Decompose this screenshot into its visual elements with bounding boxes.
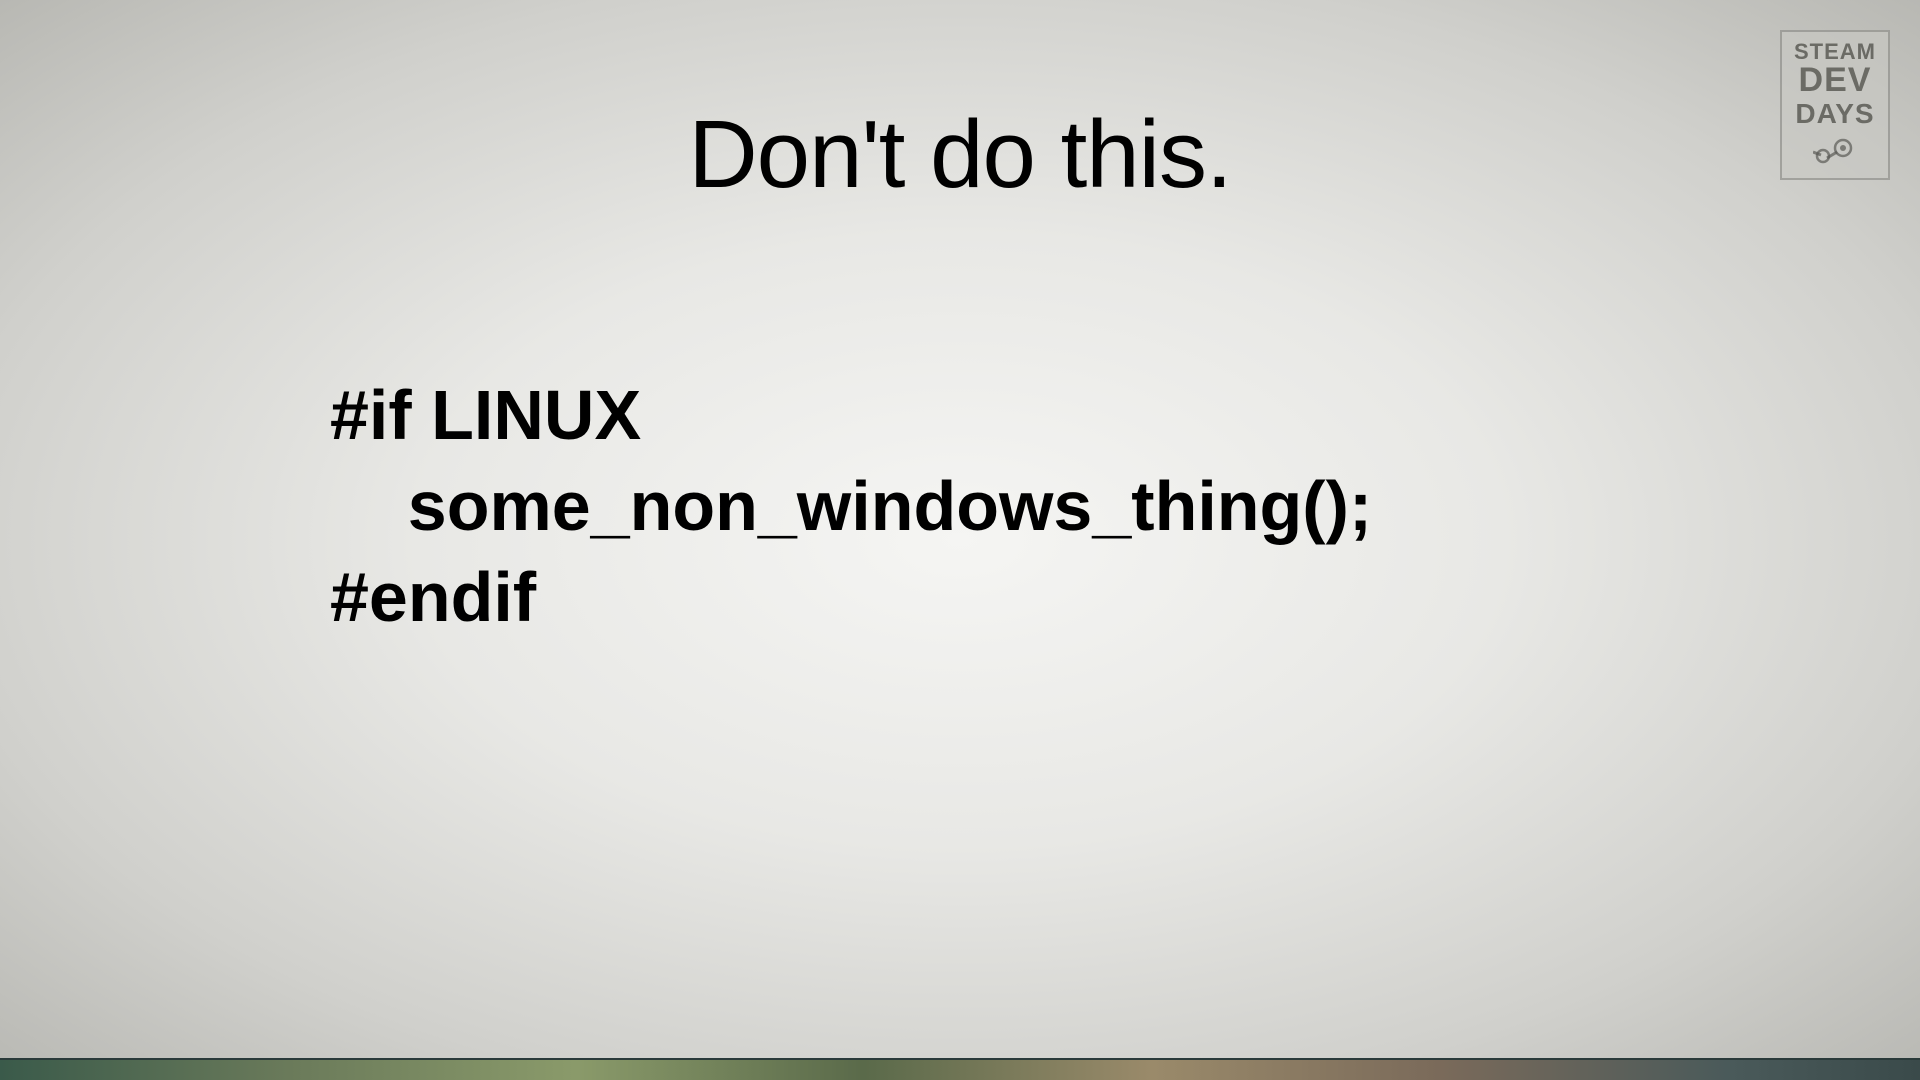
logo-text-dev: DEV	[1799, 63, 1872, 99]
steam-icon	[1813, 138, 1857, 166]
code-line-2: some_non_windows_thing();	[330, 461, 1372, 552]
code-line-1: #if LINUX	[330, 370, 1372, 461]
logo-text-days: DAYS	[1795, 99, 1874, 128]
presentation-slide: Don't do this. #if LINUX some_non_window…	[0, 0, 1920, 1080]
slide-title: Don't do this.	[688, 100, 1231, 210]
code-line-3: #endif	[330, 552, 1372, 643]
steam-dev-days-logo: STEAM DEV DAYS	[1780, 30, 1890, 180]
slide-footer-strip	[0, 1058, 1920, 1080]
code-example: #if LINUX some_non_windows_thing(); #end…	[330, 370, 1372, 643]
logo-text-steam: STEAM	[1794, 40, 1876, 63]
